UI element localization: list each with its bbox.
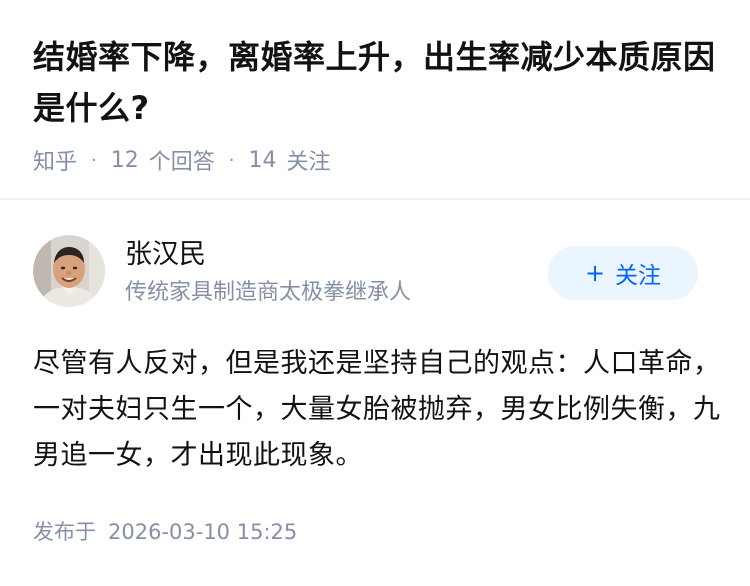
user-avatar-photo-icon (33, 235, 105, 307)
publish-label: 发布于 (33, 520, 96, 544)
answer-content[interactable]: 尽管有人反对，但是我还是坚持自己的观点：人口革命，一对夫妇只生一个，大量女胎被抛… (33, 341, 723, 479)
publish-time: 2026-03-10 15:25 (108, 520, 298, 544)
source-label[interactable]: 知乎 (33, 144, 77, 176)
answers-count: 12 (110, 147, 139, 173)
followers-label[interactable]: 关注 (287, 144, 331, 176)
plus-icon: + (584, 259, 606, 287)
meta-separator: · (228, 149, 235, 171)
author-name[interactable]: 张汉民 (125, 238, 206, 272)
followers-count: 14 (248, 147, 277, 173)
publish-info: 发布于 2026-03-10 15:25 (33, 515, 297, 549)
author-headline: 传统家具制造商太极拳继承人 (125, 280, 412, 305)
section-divider (0, 198, 750, 200)
answers-label[interactable]: 个回答 (149, 144, 215, 176)
question-title[interactable]: 结婚率下降，离婚率上升，出生率减少本质原因是什么? (33, 32, 733, 134)
question-header: 结婚率下降，离婚率上升，出生率减少本质原因是什么? 知乎 · 12 个回答 · … (0, 0, 750, 198)
question-meta: 知乎 · 12 个回答 · 14 关注 (33, 142, 331, 178)
follow-button[interactable]: + 关注 (548, 246, 698, 300)
follow-button-label: 关注 (615, 263, 662, 289)
author-avatar[interactable] (33, 235, 105, 307)
meta-separator: · (91, 149, 97, 171)
